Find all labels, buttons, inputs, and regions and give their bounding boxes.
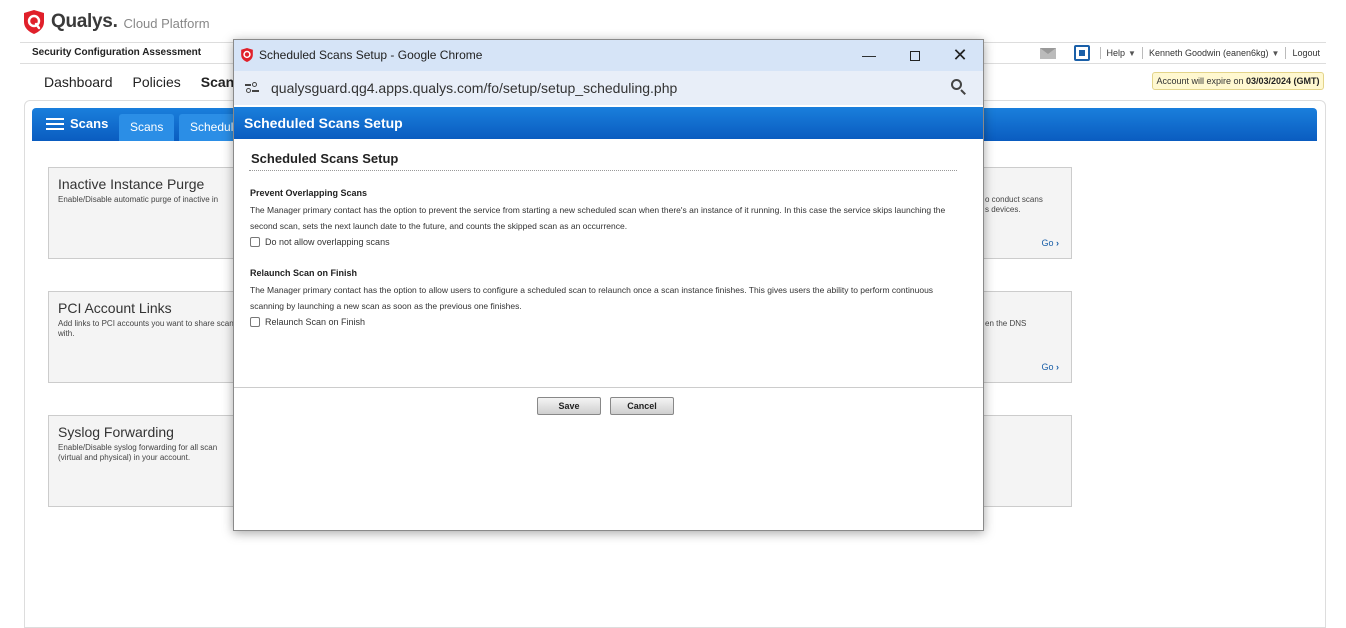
- address-bar: qualysguard.qg4.apps.qualys.com/fo/setup…: [234, 71, 983, 105]
- relaunch-title: Relaunch Scan on Finish: [250, 268, 358, 278]
- relaunch-option[interactable]: Relaunch Scan on Finish: [250, 317, 365, 327]
- maximize-button[interactable]: [892, 40, 938, 71]
- panel-title: Scans: [46, 116, 108, 131]
- close-button[interactable]: ✕: [937, 40, 983, 71]
- window-titlebar[interactable]: Scheduled Scans Setup - Google Chrome — …: [234, 40, 983, 71]
- tab-scans[interactable]: Scans: [119, 114, 175, 141]
- section-title: Scheduled Scans Setup: [251, 151, 399, 166]
- relaunch-checkbox[interactable]: [250, 317, 260, 327]
- panel-title-text: Scans: [70, 116, 109, 131]
- prevent-overlap-checkbox[interactable]: [250, 237, 260, 247]
- card-desc-right: en the DNS: [985, 319, 1027, 328]
- prevent-overlap-desc: The Manager primary contact has the opti…: [250, 205, 946, 231]
- card-desc: Enable/Disable automatic purge of inacti…: [58, 195, 219, 204]
- relaunch-label: Relaunch Scan on Finish: [265, 317, 366, 327]
- chevron-right-icon: ›: [1056, 238, 1059, 248]
- site-settings-icon[interactable]: [245, 82, 259, 94]
- scheduled-scans-popup: Scheduled Scans Setup - Google Chrome — …: [233, 39, 984, 531]
- prevent-overlap-label: Do not allow overlapping scans: [265, 237, 390, 247]
- quick-scan-icon[interactable]: [1073, 45, 1090, 61]
- cancel-button[interactable]: Cancel: [610, 397, 674, 415]
- section-divider: [249, 170, 957, 171]
- list-icon: [46, 117, 64, 131]
- logout-link[interactable]: Logout: [1292, 48, 1320, 58]
- nav-policies[interactable]: Policies: [133, 74, 181, 90]
- module-selector[interactable]: Security Configuration Assessment: [32, 47, 201, 58]
- expire-prefix: Account will expire on: [1156, 76, 1246, 86]
- popup-header-title: Scheduled Scans Setup: [244, 115, 403, 131]
- divider: [1099, 47, 1101, 59]
- prevent-overlap-title: Prevent Overlapping Scans: [250, 188, 368, 198]
- account-expire-badge: Account will expire on 03/03/2024 (GMT): [1152, 72, 1324, 90]
- chevron-right-icon: ›: [1056, 362, 1059, 372]
- chevron-down-icon: ▼: [1128, 48, 1136, 58]
- card-title: Inactive Instance Purge: [58, 176, 205, 192]
- brand-name: Qualys.: [51, 11, 118, 32]
- card-desc: Add links to PCI accounts you want to sh…: [58, 319, 238, 338]
- zoom-icon[interactable]: [951, 79, 967, 95]
- save-button[interactable]: Save: [537, 397, 601, 415]
- url-text[interactable]: qualysguard.qg4.apps.qualys.com/fo/setup…: [271, 80, 677, 96]
- help-menu[interactable]: Help: [1107, 48, 1126, 58]
- divider: [1285, 47, 1287, 59]
- qualys-shield-icon: [241, 48, 253, 62]
- mail-icon[interactable]: [1039, 47, 1056, 59]
- divider: [1141, 47, 1143, 59]
- relaunch-desc: The Manager primary contact has the opti…: [250, 285, 934, 311]
- chevron-down-icon: ▼: [1271, 48, 1280, 58]
- qualys-shield-icon: [24, 10, 44, 34]
- minimize-button[interactable]: —: [846, 40, 892, 71]
- go-link[interactable]: Go ›: [1041, 238, 1059, 248]
- expire-date: 03/03/2024 (GMT): [1246, 76, 1320, 86]
- card-title: PCI Account Links: [58, 300, 172, 316]
- card-title: Syslog Forwarding: [58, 424, 174, 440]
- go-link[interactable]: Go ›: [1041, 362, 1059, 372]
- go-label: Go: [1041, 362, 1054, 372]
- user-toolbar: Help ▼ Kenneth Goodwin (eanen6kg) ▼ Logout: [1039, 45, 1320, 61]
- user-menu[interactable]: Kenneth Goodwin (eanen6kg): [1149, 48, 1269, 58]
- footer-divider: [234, 387, 983, 388]
- window-title: Scheduled Scans Setup - Google Chrome: [259, 48, 483, 62]
- main-nav: Dashboard Policies Scans: [44, 74, 242, 90]
- card-desc: Enable/Disable syslog forwarding for all…: [58, 443, 218, 462]
- card-desc-right: o conduct scans s devices.: [985, 195, 1043, 214]
- logo-bar: Qualys. Cloud Platform: [0, 0, 1346, 42]
- nav-dashboard[interactable]: Dashboard: [44, 74, 113, 90]
- prevent-overlap-option[interactable]: Do not allow overlapping scans: [250, 237, 390, 247]
- maximize-icon: [910, 51, 920, 62]
- qualys-logo[interactable]: Qualys. Cloud Platform: [22, 9, 210, 35]
- brand-sub: Cloud Platform: [123, 16, 210, 31]
- go-label: Go: [1041, 238, 1054, 248]
- popup-header: Scheduled Scans Setup: [234, 107, 983, 139]
